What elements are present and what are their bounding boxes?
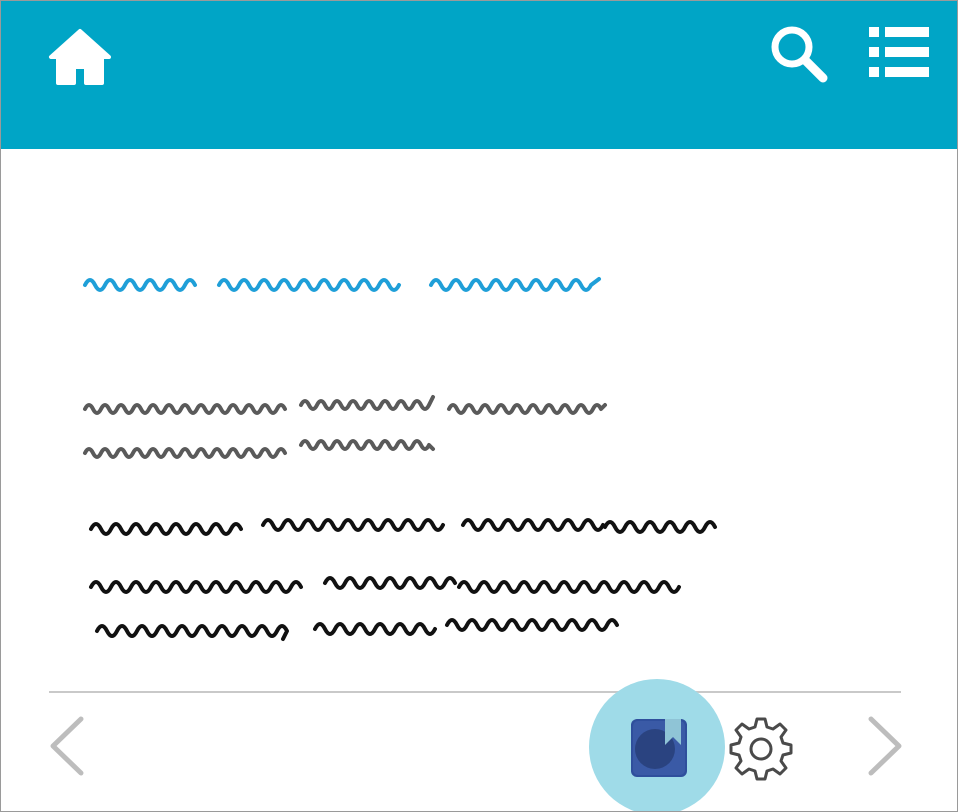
home-button[interactable] <box>45 25 115 89</box>
title-scribble <box>83 277 601 292</box>
search-button[interactable] <box>767 23 833 85</box>
book-bookmark-icon <box>631 719 687 777</box>
gear-icon <box>729 717 793 781</box>
home-icon <box>49 29 111 85</box>
bookmark-button[interactable] <box>625 715 691 781</box>
article-content <box>1 149 957 689</box>
top-app-bar <box>1 1 957 149</box>
previous-page-button[interactable] <box>45 713 89 779</box>
body-scribble <box>89 518 717 641</box>
chevron-left-icon <box>50 716 84 776</box>
list-menu-icon <box>869 27 929 77</box>
search-icon <box>771 26 828 83</box>
chevron-right-icon <box>868 716 902 776</box>
text-placeholder-scribbles <box>83 277 717 641</box>
app-window <box>0 0 958 812</box>
next-page-button[interactable] <box>863 713 907 779</box>
subtitle-scribble <box>83 395 607 459</box>
footer-divider <box>49 691 901 693</box>
settings-button[interactable] <box>727 715 795 783</box>
menu-button[interactable] <box>865 23 933 81</box>
